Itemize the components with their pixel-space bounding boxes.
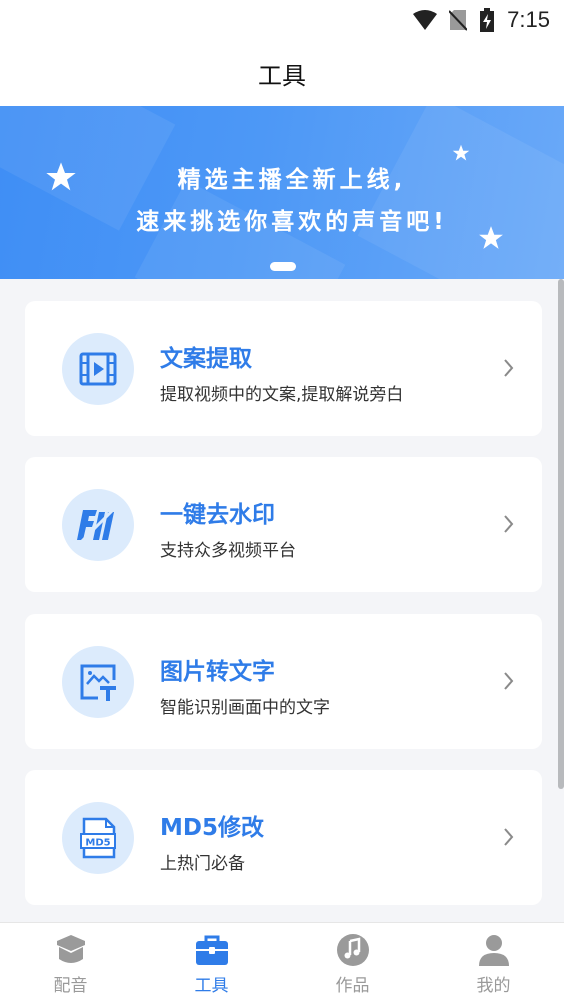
tab-tools[interactable]: 工具	[141, 923, 282, 1002]
tool-description: 上热门必备	[160, 854, 245, 874]
chevron-right-icon	[504, 515, 514, 533]
tab-works[interactable]: 作品	[282, 923, 423, 1002]
tool-description: 提取视频中的文案,提取解说旁白	[160, 385, 404, 405]
tool-title: 文案提取	[160, 346, 252, 372]
banner-page-indicator	[270, 262, 296, 271]
md5-file-icon: MD5	[80, 817, 116, 859]
tool-title: MD5修改	[160, 815, 264, 841]
tab-label: 工具	[194, 976, 229, 996]
header: 工具	[0, 40, 564, 106]
tool-title: 一键去水印	[160, 502, 275, 528]
tool-icon-badge	[62, 333, 134, 405]
tab-label: 我的	[476, 976, 511, 996]
tool-description: 智能识别画面中的文字	[160, 698, 330, 718]
tool-title: 图片转文字	[160, 659, 275, 685]
tool-card-copy-extract[interactable]: 文案提取 提取视频中的文案,提取解说旁白	[25, 301, 542, 436]
promo-banner[interactable]: 精选主播全新上线, 速来挑选你喜欢的声音吧!	[0, 106, 564, 279]
chevron-right-icon	[504, 672, 514, 690]
clock: 7:15	[507, 7, 550, 32]
banner-headline: 精选主播全新上线,	[177, 167, 407, 193]
film-icon	[79, 352, 117, 386]
tab-mine[interactable]: 我的	[423, 923, 564, 1002]
watermark-icon	[77, 506, 117, 544]
person-icon	[478, 935, 509, 966]
image-text-icon	[80, 664, 116, 701]
graduation-cap-icon	[56, 935, 85, 963]
scrollbar[interactable]	[558, 279, 564, 789]
banner-subline: 速来挑选你喜欢的声音吧!	[136, 209, 448, 235]
tool-card-image-to-text[interactable]: 图片转文字 智能识别画面中的文字	[25, 614, 542, 749]
tab-dubbing[interactable]: 配音	[0, 923, 141, 1002]
tab-label: 配音	[53, 976, 88, 996]
tool-description: 支持众多视频平台	[160, 541, 296, 561]
status-bar: 7:15	[0, 0, 564, 40]
tool-icon-badge: MD5	[62, 802, 134, 874]
page-title: 工具	[258, 61, 306, 90]
bottom-tab-bar: 配音 工具 作品 我的	[0, 922, 564, 1002]
tab-label: 作品	[335, 976, 370, 996]
toolbox-icon	[195, 935, 228, 965]
tool-card-remove-watermark[interactable]: 一键去水印 支持众多视频平台	[25, 457, 542, 592]
svg-text:MD5: MD5	[85, 838, 110, 849]
music-note-icon	[336, 934, 369, 966]
chevron-right-icon	[504, 828, 514, 846]
tool-card-md5-modify[interactable]: MD5 MD5修改 上热门必备	[25, 770, 542, 905]
battery-charging-icon	[480, 8, 495, 32]
no-sim-icon	[449, 10, 468, 31]
wifi-icon	[413, 10, 438, 30]
tool-icon-badge	[62, 489, 134, 561]
tool-icon-badge	[62, 646, 134, 718]
chevron-right-icon	[504, 359, 514, 377]
